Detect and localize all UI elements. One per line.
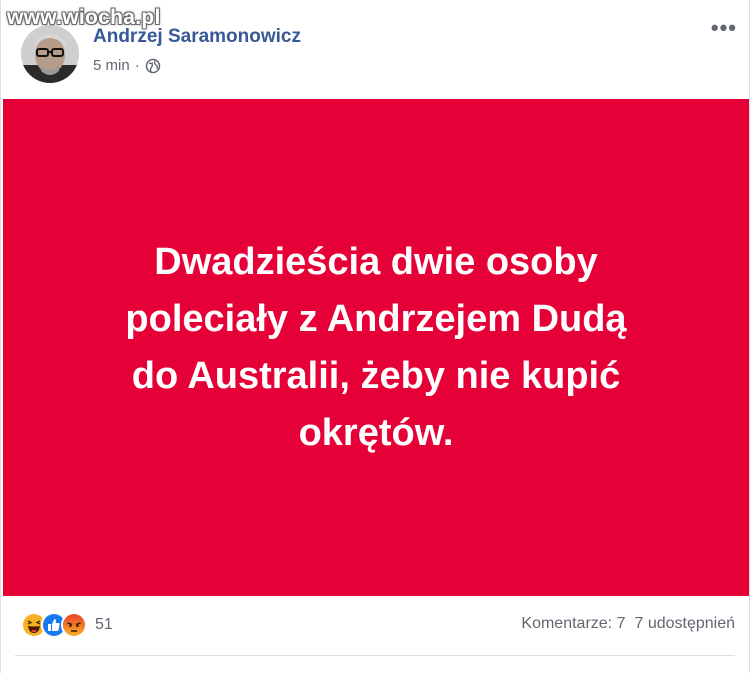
site-watermark: www.wiocha.pl [7, 6, 161, 29]
text-card: Dwadzieścia dwie osoby poleciały z Andrz… [3, 99, 749, 596]
angry-reaction-icon [61, 612, 87, 638]
post-text-line: okrętów. [298, 411, 454, 454]
shares-count-link[interactable]: 7 udostępnień [634, 615, 735, 633]
reaction-count[interactable]: 51 [95, 616, 113, 634]
more-options-icon[interactable]: ••• [711, 17, 737, 39]
post-text: Dwadzieścia dwie osoby poleciały z Andrz… [76, 234, 676, 462]
post-text-line: Dwadzieścia dwie osoby [154, 240, 598, 283]
author-avatar[interactable] [21, 25, 79, 83]
footer-divider [15, 655, 735, 656]
post-text-line: poleciały z Andrzejem Dudą [125, 297, 627, 340]
avatar-photo [21, 25, 79, 83]
post-meta: 5 min · [93, 57, 161, 74]
reactions-summary[interactable]: 51 [21, 612, 113, 638]
meta-separator: · [134, 57, 140, 74]
facebook-post: www.wiocha.pl Andrzej Saramonowicz 5 min… [0, 0, 750, 673]
comments-count-link[interactable]: Komentarze: 7 [521, 615, 625, 633]
post-timestamp[interactable]: 5 min [93, 57, 130, 74]
globe-icon[interactable] [145, 58, 161, 74]
post-text-line: do Australii, żeby nie kupić [131, 354, 621, 397]
post-stats: Komentarze: 7 7 udostępnień [521, 615, 735, 633]
